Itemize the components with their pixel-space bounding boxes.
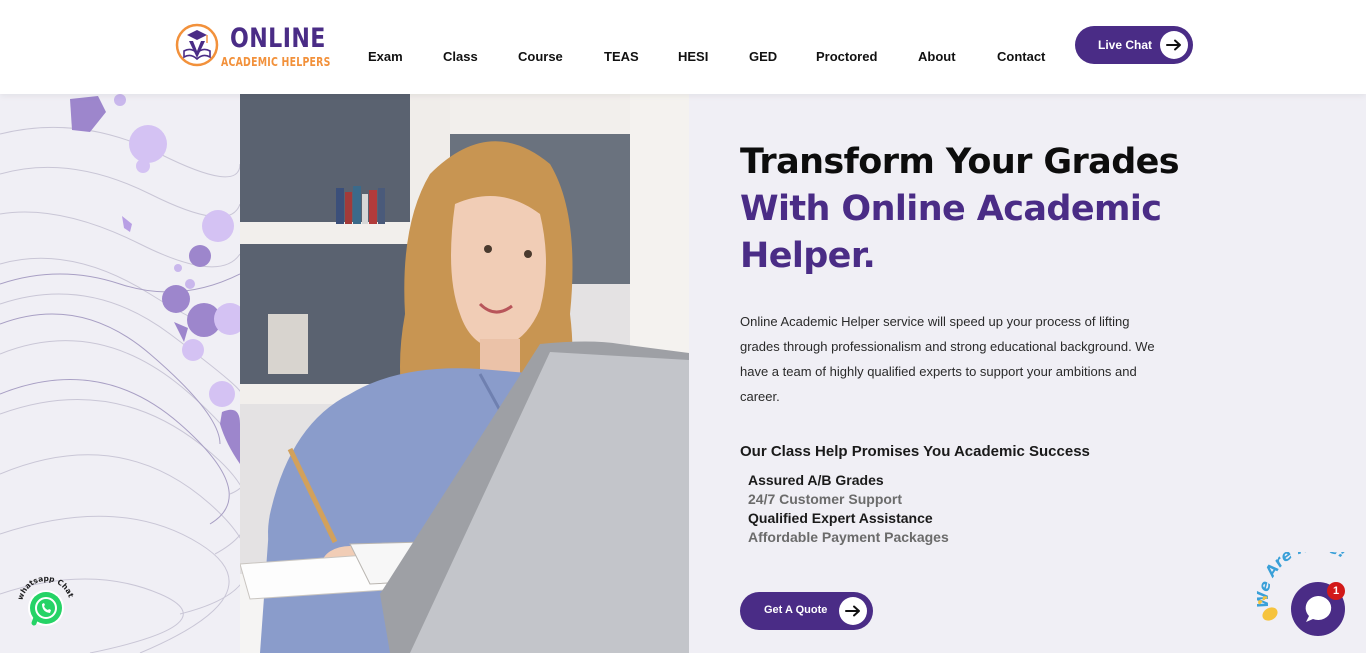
- promise-item: Affordable Payment Packages: [748, 529, 949, 545]
- site-logo[interactable]: ONLINE ACADEMIC HELPERS: [174, 19, 334, 73]
- site-header: ONLINE ACADEMIC HELPERS Exam Class Cours…: [0, 0, 1366, 94]
- nav-item-proctored[interactable]: Proctored: [816, 49, 877, 64]
- unread-badge: 1: [1327, 582, 1345, 600]
- wave-lines-decoration: [0, 94, 240, 653]
- nav-item-about[interactable]: About: [918, 49, 956, 64]
- arrow-right-icon: [839, 597, 867, 625]
- nav-item-hesi[interactable]: HESI: [678, 49, 708, 64]
- hero-headline-line2: With Online Academic: [740, 189, 1162, 229]
- promise-item: 24/7 Customer Support: [748, 491, 903, 507]
- hero-description: Online Academic Helper service will spee…: [740, 314, 1155, 404]
- nav-item-contact[interactable]: Contact: [997, 49, 1045, 64]
- promises-title: Our Class Help Promises You Academic Suc…: [740, 443, 1090, 460]
- live-chat-button[interactable]: Live Chat: [1075, 26, 1193, 64]
- decorative-background: [0, 94, 240, 653]
- nav-item-teas[interactable]: TEAS: [604, 49, 639, 64]
- whatsapp-icon: [28, 590, 64, 626]
- nav-item-exam[interactable]: Exam: [368, 49, 403, 64]
- logo-text-secondary: ACADEMIC HELPERS: [221, 55, 331, 69]
- promise-item: Qualified Expert Assistance: [748, 510, 933, 526]
- live-chat-label: Live Chat: [1098, 38, 1153, 52]
- nav-item-ged[interactable]: GED: [749, 49, 777, 64]
- chat-widget: We Are Here!: [1254, 552, 1366, 653]
- hero-headline-line1: Transform Your Grades: [740, 142, 1180, 182]
- hero-photo: [240, 94, 689, 653]
- whatsapp-chat-button[interactable]: whatsapp Chat: [14, 574, 78, 637]
- get-quote-button[interactable]: Get A Quote: [740, 592, 873, 630]
- get-quote-label: Get A Quote: [764, 604, 828, 616]
- woman-at-laptop-illustration: [240, 94, 689, 653]
- arrow-right-icon: [1160, 31, 1188, 59]
- promise-item: Assured A/B Grades: [748, 472, 884, 488]
- logo-text-primary: ONLINE: [230, 23, 326, 54]
- logo-mark-icon: [175, 23, 219, 67]
- nav-item-class[interactable]: Class: [443, 49, 478, 64]
- hero-headline-line3: Helper.: [740, 236, 876, 276]
- nav-item-course[interactable]: Course: [518, 49, 563, 64]
